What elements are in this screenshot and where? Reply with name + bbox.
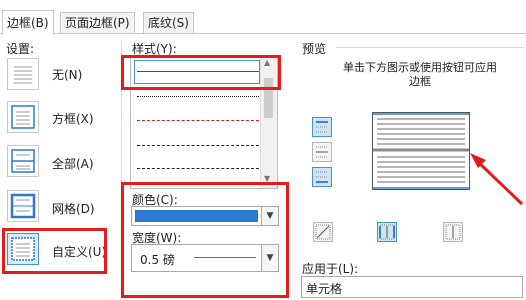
- none-border-icon[interactable]: [7, 58, 39, 90]
- preview-instruction: 单击下方图示或使用按钮可应用边框: [343, 61, 497, 88]
- tab-page-borders[interactable]: 页面边框(P): [60, 12, 135, 33]
- highlight-box-style: [121, 55, 281, 90]
- box-border-icon[interactable]: [7, 101, 39, 133]
- highlight-box-custom: [2, 228, 107, 274]
- inside-vertical-border-button[interactable]: [377, 222, 397, 242]
- right-border-button[interactable]: [443, 222, 463, 242]
- tab-shading[interactable]: 底纹(S): [143, 12, 194, 33]
- tab-borders[interactable]: 边框(B): [2, 10, 54, 35]
- all-border-icon[interactable]: [7, 145, 39, 177]
- apply-to-dropdown[interactable]: 单元格: [301, 276, 523, 298]
- setting-none-label[interactable]: 无(N): [52, 66, 82, 83]
- preview-lines-icon: [373, 113, 469, 189]
- apply-to-value: 单元格: [306, 282, 343, 296]
- preview-heading: 预览: [302, 42, 327, 56]
- setting-box-label[interactable]: 方框(X): [52, 110, 94, 127]
- highlight-box-color-width: [121, 182, 289, 298]
- settings-heading: 设置:: [6, 42, 35, 56]
- preview-heading-rule: [336, 47, 524, 48]
- style-dashed-line[interactable]: [137, 145, 259, 146]
- style-dash-dot-line[interactable]: [137, 168, 259, 169]
- setting-grid-label[interactable]: 网格(D): [52, 200, 95, 217]
- preview-box[interactable]: [372, 112, 470, 190]
- bottom-border-button[interactable]: [312, 167, 332, 187]
- annotation-arrow-icon: [470, 153, 524, 206]
- inside-horizontal-border-button[interactable]: [312, 142, 332, 162]
- style-dotted-line[interactable]: [137, 96, 259, 97]
- diagonal-down-border-button[interactable]: [313, 222, 333, 242]
- apply-to-heading: 应用于(L):: [302, 262, 359, 276]
- setting-all-label[interactable]: 全部(A): [52, 155, 94, 172]
- tab-bar: 边框(B) 页面边框(P) 底纹(S): [0, 0, 526, 35]
- tab-divider: [0, 33, 526, 34]
- style-red-dashed-line[interactable]: [137, 120, 259, 121]
- grid-border-icon[interactable]: [7, 190, 39, 222]
- top-border-button[interactable]: [312, 117, 332, 137]
